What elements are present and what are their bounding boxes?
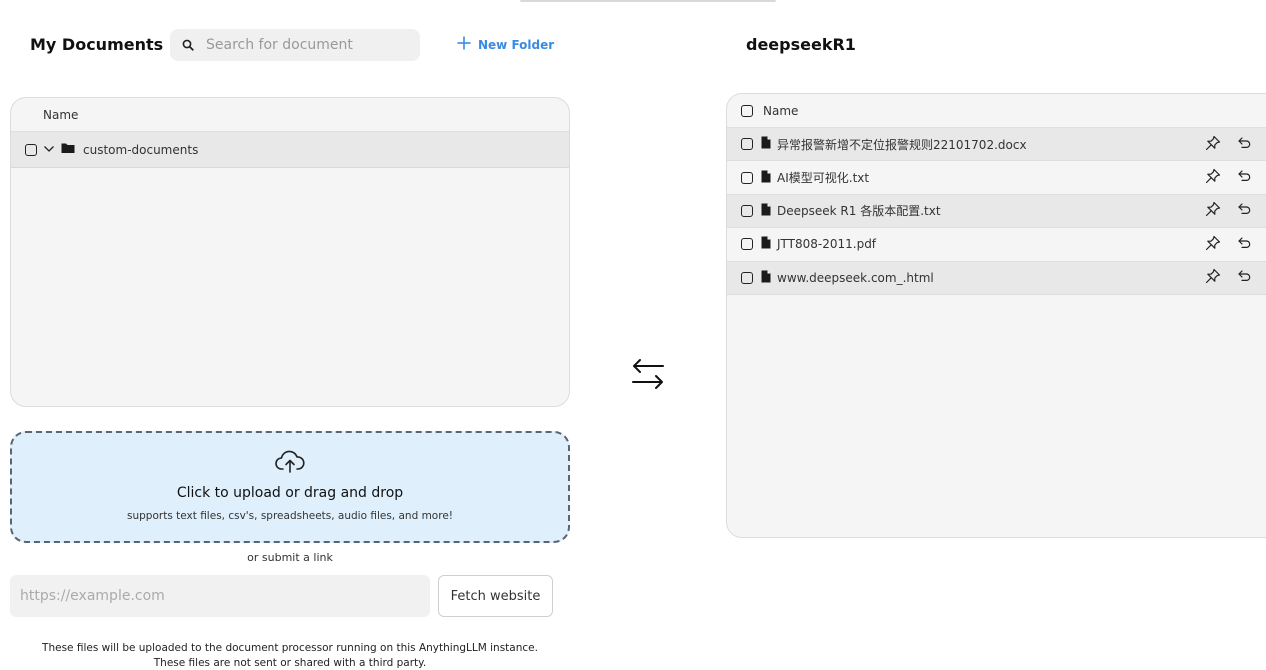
pin-icon[interactable] xyxy=(1205,235,1221,254)
my-documents-title: My Documents xyxy=(30,35,164,54)
file-icon xyxy=(761,136,771,152)
undo-icon[interactable] xyxy=(1236,168,1252,187)
plus-icon xyxy=(456,35,472,54)
footnote-line-1: These files will be uploaded to the docu… xyxy=(42,642,538,654)
file-checkbox[interactable] xyxy=(741,171,753,184)
file-icon xyxy=(761,270,771,286)
name-column-header: Name xyxy=(43,107,79,122)
file-list-header: Name xyxy=(11,98,569,132)
new-folder-label: New Folder xyxy=(478,37,555,52)
pin-icon[interactable] xyxy=(1205,168,1221,187)
workspace-file-list: Name 异常报警新增不定位报警规则22101702.docx AI模型可视化.… xyxy=(726,93,1266,538)
pin-icon[interactable] xyxy=(1205,268,1221,287)
file-name: JTT808-2011.pdf xyxy=(777,237,877,252)
upload-subtitle: supports text files, csv's, spreadsheets… xyxy=(127,510,453,522)
upload-title: Click to upload or drag and drop xyxy=(176,485,404,501)
name-column-header: Name xyxy=(763,103,799,118)
pin-icon[interactable] xyxy=(1205,201,1221,220)
search-icon xyxy=(182,36,194,55)
fetch-website-button[interactable]: Fetch website xyxy=(438,575,553,617)
or-submit-link-label: or submit a link xyxy=(247,551,333,564)
file-name: Deepseek R1 各版本配置.txt xyxy=(777,204,941,219)
file-name: AI模型可视化.txt xyxy=(777,171,870,186)
workspace-title: deepseekR1 xyxy=(746,35,856,54)
file-row[interactable]: JTT808-2011.pdf xyxy=(727,228,1266,262)
pin-icon[interactable] xyxy=(1205,135,1221,154)
undo-icon[interactable] xyxy=(1236,201,1252,220)
file-row[interactable]: 异常报警新增不定位报警规则22101702.docx xyxy=(727,128,1266,162)
folder-row[interactable]: custom-documents xyxy=(11,132,569,168)
undo-icon[interactable] xyxy=(1236,135,1252,154)
url-input[interactable] xyxy=(10,575,430,617)
search-input[interactable] xyxy=(206,37,406,53)
folder-name: custom-documents xyxy=(83,142,199,157)
folder-checkbox[interactable] xyxy=(25,143,37,156)
document-search[interactable] xyxy=(170,29,420,61)
chevron-down-icon[interactable] xyxy=(43,143,55,157)
my-documents-file-list: Name custom-documents xyxy=(10,97,570,407)
footnote-line-2: These files are not sent or shared with … xyxy=(153,657,427,669)
file-icon xyxy=(761,170,771,186)
file-checkbox[interactable] xyxy=(741,271,753,284)
upload-dropzone[interactable]: Click to upload or drag and drop support… xyxy=(10,431,570,543)
folder-icon xyxy=(61,142,75,157)
file-row[interactable]: Deepseek R1 各版本配置.txt xyxy=(727,194,1266,229)
cloud-upload-icon xyxy=(274,449,306,479)
file-checkbox[interactable] xyxy=(741,138,753,151)
file-icon xyxy=(761,236,771,252)
undo-icon[interactable] xyxy=(1236,235,1252,254)
select-all-checkbox[interactable] xyxy=(741,104,753,117)
file-icon xyxy=(761,203,771,219)
file-checkbox[interactable] xyxy=(741,238,753,251)
undo-icon[interactable] xyxy=(1236,268,1252,287)
file-name: 异常报警新增不定位报警规则22101702.docx xyxy=(777,137,1027,152)
new-folder-button[interactable]: New Folder xyxy=(456,35,554,54)
upload-footnote: These files will be uploaded to the docu… xyxy=(10,641,570,670)
swap-arrows-icon[interactable] xyxy=(630,356,666,396)
workspace-list-header: Name xyxy=(727,94,1266,128)
file-row[interactable]: AI模型可视化.txt xyxy=(727,161,1266,195)
file-name: www.deepseek.com_.html xyxy=(777,270,934,285)
file-row[interactable]: www.deepseek.com_.html xyxy=(727,261,1266,295)
top-edge-handle xyxy=(520,0,776,2)
file-checkbox[interactable] xyxy=(741,204,753,217)
